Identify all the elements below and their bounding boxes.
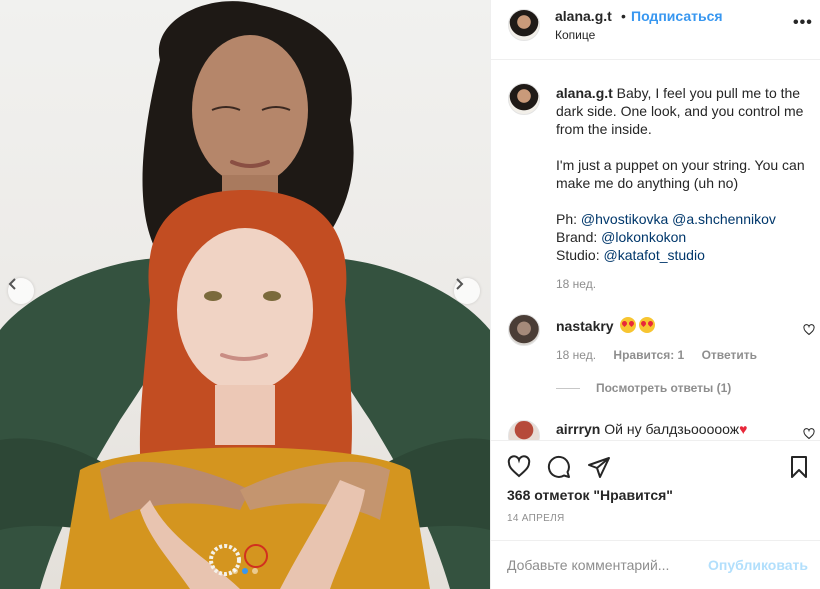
share-paper-plane-icon[interactable]	[587, 455, 611, 479]
caption-age[interactable]: 18 нед.	[556, 277, 596, 291]
header-separator: •	[621, 8, 626, 24]
red-heart-emoji-icon: ♥	[739, 421, 748, 437]
comment: airrryn Ой ну балдзьооооож♥	[556, 421, 747, 437]
carousel-dot-active	[242, 568, 248, 574]
like-comment-icon[interactable]	[803, 324, 815, 336]
comment-age[interactable]: 18 нед.	[556, 348, 596, 362]
commenter-username[interactable]: airrryn	[556, 421, 600, 437]
post-details-panel: alana.g.t • Подписаться Копице ••• alana…	[490, 0, 820, 589]
publish-button[interactable]: Опубликовать	[708, 557, 808, 573]
mention-link[interactable]: @hvostikovka	[581, 211, 668, 227]
commenter-avatar[interactable]	[508, 420, 540, 440]
commenter-username[interactable]: nastakry	[556, 318, 614, 334]
next-photo-button[interactable]	[454, 278, 480, 304]
bookmark-icon[interactable]	[787, 455, 811, 479]
caption-brand-label: Brand:	[556, 229, 598, 245]
author-username[interactable]: alana.g.t	[555, 8, 612, 24]
caption-username[interactable]: alana.g.t	[556, 85, 613, 101]
reply-button[interactable]: Ответить	[702, 348, 757, 362]
post-actions: 368 отметок "Нравится" 14 АПРЕЛЯ	[491, 440, 820, 540]
heart-eyes-emoji-icon	[639, 317, 656, 333]
mention-link[interactable]: @a.shchennikov	[672, 211, 776, 227]
commenter-avatar[interactable]	[508, 314, 540, 346]
post-caption: alana.g.t Baby, I feel you pull me to th…	[556, 84, 811, 264]
chevron-left-icon	[8, 278, 16, 290]
likes-count[interactable]: 368 отметок "Нравится"	[507, 487, 673, 503]
prev-photo-button[interactable]	[8, 278, 34, 304]
caption-studio-label: Studio:	[556, 247, 600, 263]
like-comment-icon[interactable]	[803, 428, 815, 440]
chevron-right-icon	[456, 278, 464, 290]
comment-likes[interactable]: Нравится: 1	[613, 348, 684, 362]
comment-composer: Добавьте комментарий... Опубликовать	[491, 540, 820, 589]
more-options-icon[interactable]: •••	[793, 14, 813, 32]
view-replies-button[interactable]: Посмотреть ответы (1)	[556, 381, 731, 395]
post-photo[interactable]	[0, 0, 490, 589]
carousel-indicator	[0, 568, 490, 574]
mention-link[interactable]: @katafot_studio	[603, 247, 704, 263]
post-header: alana.g.t • Подписаться Копице •••	[491, 0, 820, 60]
comment: nastakry	[556, 317, 656, 334]
carousel-dot	[232, 568, 238, 574]
follow-button[interactable]: Подписаться	[631, 8, 723, 24]
replies-line	[556, 387, 580, 389]
comments-section[interactable]: alana.g.t Baby, I feel you pull me to th…	[491, 61, 820, 440]
comment-bubble-icon[interactable]	[547, 455, 571, 479]
heart-eyes-emoji-icon	[620, 317, 637, 333]
photo-illustration	[0, 1, 490, 589]
post-location[interactable]: Копице	[555, 28, 595, 42]
like-heart-icon[interactable]	[507, 455, 531, 479]
mention-link[interactable]: @lokonkokon	[601, 229, 686, 245]
author-avatar[interactable]	[508, 9, 540, 41]
carousel-dot	[252, 568, 258, 574]
caption-avatar[interactable]	[508, 83, 540, 115]
comment-input[interactable]: Добавьте комментарий...	[507, 557, 669, 573]
comment-text: Ой ну балдзьооооож	[600, 421, 740, 437]
caption-text: Baby, I feel you pull me to the dark sid…	[556, 85, 805, 227]
post-date[interactable]: 14 АПРЕЛЯ	[507, 513, 564, 524]
comment-meta: 18 нед. Нравится: 1 Ответить	[556, 348, 771, 362]
view-replies-label: Посмотреть ответы (1)	[596, 381, 732, 395]
